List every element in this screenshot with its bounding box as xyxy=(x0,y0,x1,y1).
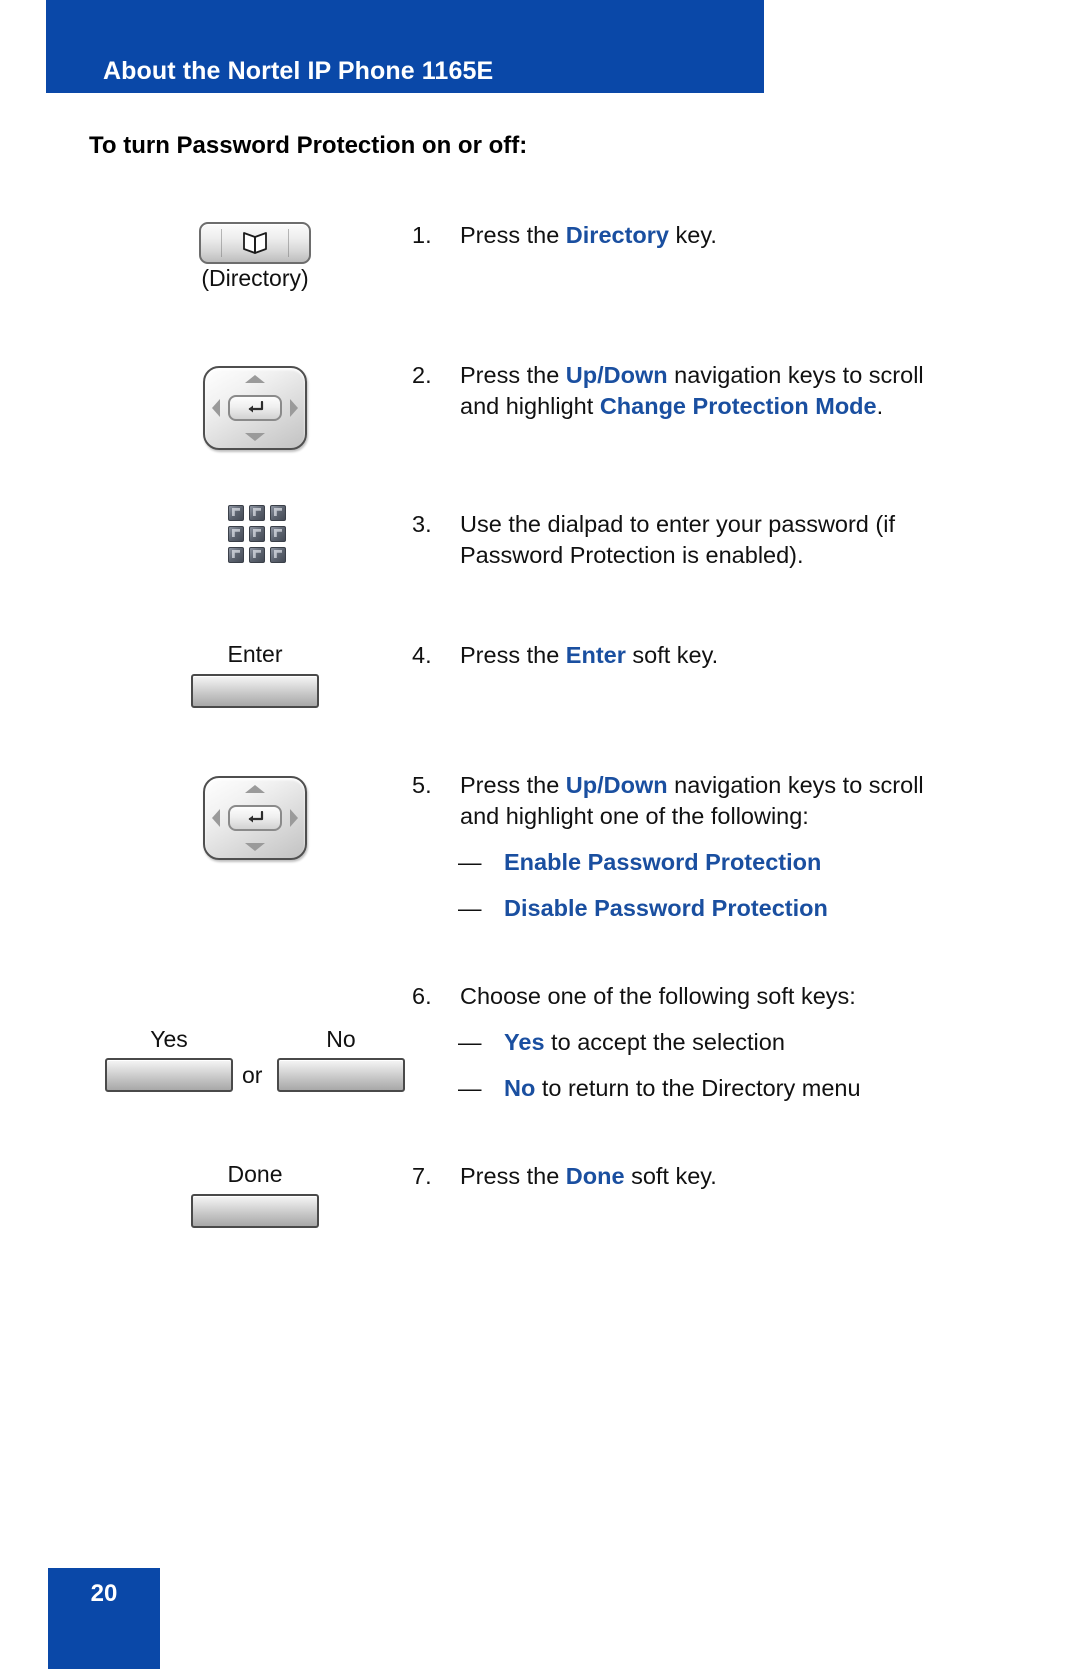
nav-enter-key[interactable] xyxy=(228,395,282,421)
sub-item-text: Yes to accept the selection xyxy=(504,1029,785,1055)
step-text: Press the Done soft key. xyxy=(460,1163,717,1189)
no-softkey-button[interactable] xyxy=(277,1058,405,1092)
dash-marker: — xyxy=(458,1029,482,1055)
step-text: Press the Up/Down navigation keys to scr… xyxy=(460,362,924,419)
step5-sub-item-enable: — Enable Password Protection xyxy=(458,847,821,878)
nav-up-arrow-icon[interactable] xyxy=(245,375,265,383)
step-text: Press the Up/Down navigation keys to scr… xyxy=(460,772,924,829)
directory-key-caption: (Directory) xyxy=(201,265,309,291)
sub-item-text: No to return to the Directory menu xyxy=(504,1075,861,1101)
step-number: 4. xyxy=(412,642,432,668)
step-number: 2. xyxy=(412,362,432,388)
step-item-3: 3. Use the dialpad to enter your passwor… xyxy=(412,509,932,571)
step-number: 6. xyxy=(412,983,432,1009)
dialpad-key[interactable] xyxy=(228,526,244,542)
step6-sub-item-no: — No to return to the Directory menu xyxy=(458,1073,861,1104)
step-number: 1. xyxy=(412,222,432,248)
dialpad-key[interactable] xyxy=(249,547,265,563)
dialpad-key[interactable] xyxy=(228,547,244,563)
page-header-title: About the Nortel IP Phone 1165E xyxy=(103,57,494,85)
step-item-7: 7. Press the Done soft key. xyxy=(412,1161,932,1192)
yes-softkey-button[interactable] xyxy=(105,1058,233,1092)
step6-sub-item-yes: — Yes to accept the selection xyxy=(458,1027,785,1058)
step-text: Choose one of the following soft keys: xyxy=(460,983,856,1009)
dialpad-key[interactable] xyxy=(270,505,286,521)
enter-arrow-icon xyxy=(248,401,264,413)
nav-left-arrow-icon[interactable] xyxy=(212,399,220,417)
dialpad-key[interactable] xyxy=(249,505,265,521)
yes-softkey-label: Yes xyxy=(150,1026,188,1052)
enter-softkey-button[interactable] xyxy=(191,674,319,708)
step-item-1: 1. Press the Directory key. xyxy=(412,220,932,251)
step-item-4: 4. Press the Enter soft key. xyxy=(412,640,932,671)
nav-right-arrow-icon[interactable] xyxy=(290,399,298,417)
nav-up-arrow-icon[interactable] xyxy=(245,785,265,793)
dialpad-graphic[interactable] xyxy=(228,505,286,563)
book-icon xyxy=(243,232,267,254)
step-number: 7. xyxy=(412,1163,432,1189)
section-heading: To turn Password Protection on or off: xyxy=(89,132,528,159)
step-text: Use the dialpad to enter your password (… xyxy=(460,511,895,568)
step-text: Press the Enter soft key. xyxy=(460,642,719,668)
sub-item-text: Enable Password Protection xyxy=(504,849,822,875)
step-text: Press the Directory key. xyxy=(460,222,717,248)
sub-item-text: Disable Password Protection xyxy=(504,895,828,921)
navigation-cluster-graphic-step5[interactable] xyxy=(203,776,307,860)
dialpad-key[interactable] xyxy=(249,526,265,542)
nav-right-arrow-icon[interactable] xyxy=(290,809,298,827)
nav-enter-key[interactable] xyxy=(228,805,282,831)
step-item-6: 6. Choose one of the following soft keys… xyxy=(412,981,932,1012)
done-softkey-button[interactable] xyxy=(191,1194,319,1228)
step5-sub-item-disable: — Disable Password Protection xyxy=(458,893,828,924)
step-number: 5. xyxy=(412,772,432,798)
nav-down-arrow-icon[interactable] xyxy=(245,433,265,441)
dash-marker: — xyxy=(458,895,482,921)
step-item-5: 5. Press the Up/Down navigation keys to … xyxy=(412,770,932,832)
no-softkey-label: No xyxy=(326,1026,356,1052)
dialpad-key[interactable] xyxy=(270,526,286,542)
dialpad-key[interactable] xyxy=(228,505,244,521)
done-softkey-label: Done xyxy=(227,1161,283,1187)
dash-marker: — xyxy=(458,849,482,875)
enter-softkey-label: Enter xyxy=(227,641,283,667)
nav-left-arrow-icon[interactable] xyxy=(212,809,220,827)
or-separator-label: or xyxy=(242,1062,263,1088)
step-item-2: 2. Press the Up/Down navigation keys to … xyxy=(412,360,932,422)
step-number: 3. xyxy=(412,511,432,537)
dash-marker: — xyxy=(458,1075,482,1101)
page-number: 20 xyxy=(90,1580,118,1607)
directory-key-graphic[interactable] xyxy=(199,222,311,264)
nav-down-arrow-icon[interactable] xyxy=(245,843,265,851)
dialpad-key[interactable] xyxy=(270,547,286,563)
navigation-cluster-graphic-step2[interactable] xyxy=(203,366,307,450)
enter-arrow-icon xyxy=(248,811,264,823)
